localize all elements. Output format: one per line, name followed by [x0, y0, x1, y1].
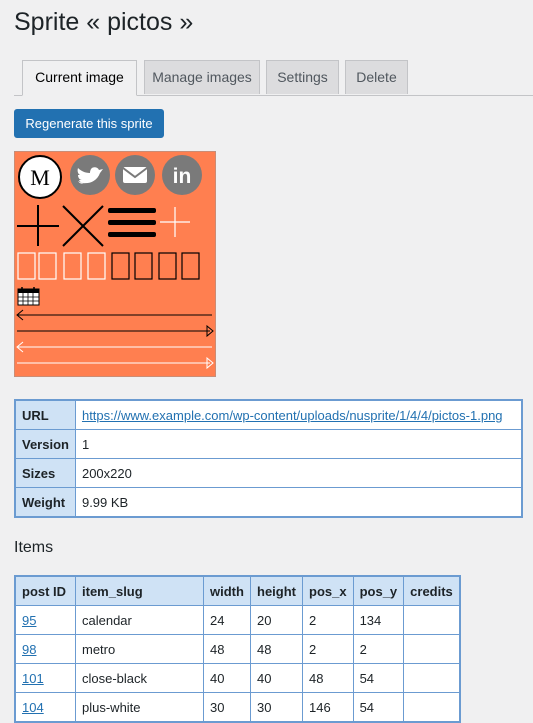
calendar-icon: [17, 287, 40, 306]
info-row-url: URL https://www.example.com/wp-content/u…: [14, 399, 523, 430]
post-id-cell: 104: [14, 692, 76, 723]
info-label: Sizes: [14, 458, 76, 488]
item-slug-cell: metro: [75, 634, 204, 664]
credits-cell: [403, 605, 461, 635]
width-cell: 24: [203, 605, 251, 635]
height-cell: 40: [250, 663, 303, 693]
info-label: Version: [14, 429, 76, 459]
post-id-cell: 101: [14, 663, 76, 693]
svg-text:M: M: [30, 165, 50, 190]
info-row-sizes: Sizes 200x220: [14, 458, 523, 488]
tab-bar: Current image Manage images Settings Del…: [14, 58, 533, 96]
height-cell: 48: [250, 634, 303, 664]
column-header-width: width: [203, 575, 251, 606]
column-header-pos-x: pos_x: [302, 575, 354, 606]
info-label: URL: [14, 399, 76, 430]
table-row: 98 metro 48 48 2 2: [14, 634, 461, 664]
metro-icon: M: [18, 155, 62, 199]
page-title: Sprite « pictos »: [14, 8, 194, 36]
svg-text:in: in: [173, 165, 192, 188]
info-row-version: Version 1: [14, 429, 523, 459]
column-header-post-id: post ID: [14, 575, 76, 606]
item-slug-cell: plus-white: [75, 692, 204, 723]
tab-settings[interactable]: Settings: [266, 60, 339, 94]
pos-y-cell: 54: [352, 692, 405, 723]
column-header-item-slug: item_slug: [75, 575, 204, 606]
pos-y-cell: 2: [352, 634, 405, 664]
pos-x-cell: 2: [302, 634, 354, 664]
pos-y-cell: 54: [352, 663, 405, 693]
height-cell: 30: [250, 692, 303, 723]
regenerate-sprite-button[interactable]: Regenerate this sprite: [14, 109, 164, 138]
info-value: 200x220: [74, 458, 523, 488]
post-id-link[interactable]: 95: [22, 613, 36, 628]
width-cell: 40: [203, 663, 251, 693]
post-id-cell: 98: [14, 634, 76, 664]
twitter-icon: [70, 155, 110, 195]
sprite-info-table: URL https://www.example.com/wp-content/u…: [14, 399, 523, 518]
column-header-pos-y: pos_y: [352, 575, 405, 606]
pos-x-cell: 48: [302, 663, 354, 693]
info-value: 9.99 KB: [74, 487, 523, 518]
height-cell: 20: [250, 605, 303, 635]
post-id-link[interactable]: 98: [22, 642, 36, 657]
items-table: post ID item_slug width height pos_x pos…: [14, 575, 461, 723]
info-value: https://www.example.com/wp-content/uploa…: [74, 399, 523, 430]
post-id-link[interactable]: 101: [22, 671, 44, 686]
sprite-preview-image: M in: [14, 151, 216, 377]
items-header-row: post ID item_slug width height pos_x pos…: [14, 575, 461, 606]
column-header-height: height: [250, 575, 303, 606]
pos-x-cell: 2: [302, 605, 354, 635]
width-cell: 30: [203, 692, 251, 723]
tab-delete[interactable]: Delete: [345, 60, 408, 94]
tab-manage-images[interactable]: Manage images: [144, 60, 260, 94]
mail-icon: [115, 155, 155, 195]
pos-y-cell: 134: [352, 605, 405, 635]
column-header-credits: credits: [403, 575, 461, 606]
info-label: Weight: [14, 487, 76, 518]
hamburger-menu-icon: [108, 208, 156, 237]
table-row: 104 plus-white 30 30 146 54: [14, 692, 461, 723]
info-row-weight: Weight 9.99 KB: [14, 487, 523, 518]
item-slug-cell: close-black: [75, 663, 204, 693]
tab-current-image[interactable]: Current image: [22, 60, 137, 96]
table-row: 95 calendar 24 20 2 134: [14, 605, 461, 635]
credits-cell: [403, 692, 461, 723]
info-value: 1: [74, 429, 523, 459]
linkedin-icon: in: [162, 155, 202, 195]
items-section-title: Items: [14, 539, 54, 556]
sprite-url-link[interactable]: https://www.example.com/wp-content/uploa…: [82, 408, 503, 423]
width-cell: 48: [203, 634, 251, 664]
credits-cell: [403, 663, 461, 693]
post-id-cell: 95: [14, 605, 76, 635]
post-id-link[interactable]: 104: [22, 700, 44, 715]
pos-x-cell: 146: [302, 692, 354, 723]
credits-cell: [403, 634, 461, 664]
item-slug-cell: calendar: [75, 605, 204, 635]
table-row: 101 close-black 40 40 48 54: [14, 663, 461, 693]
